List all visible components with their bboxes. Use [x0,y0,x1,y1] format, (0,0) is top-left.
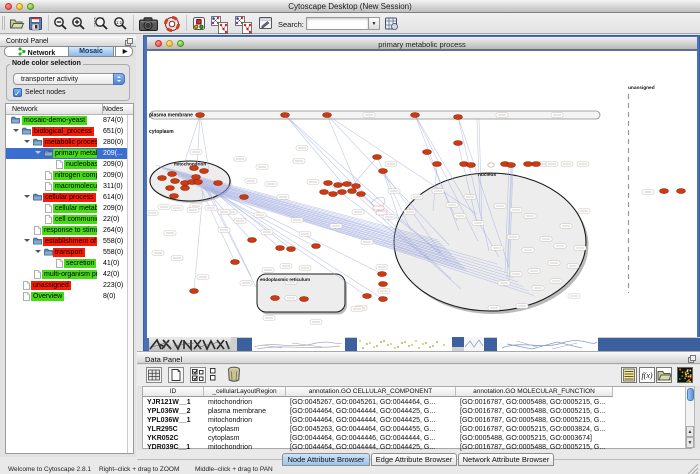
svg-text:cytoplasm: cytoplasm [149,129,174,135]
svg-text:nucleus: nucleus [478,172,496,178]
svg-text:endoplasmic reticulum: endoplasmic reticulum [260,277,310,282]
svg-text:mitochondrion: mitochondrion [174,162,206,167]
svg-text:1:1: 1:1 [116,20,123,25]
svg-text:unassigned: unassigned [628,85,655,91]
svg-text:plasma membrane: plasma membrane [149,113,193,119]
svg-text:f(x): f(x) [641,371,652,380]
